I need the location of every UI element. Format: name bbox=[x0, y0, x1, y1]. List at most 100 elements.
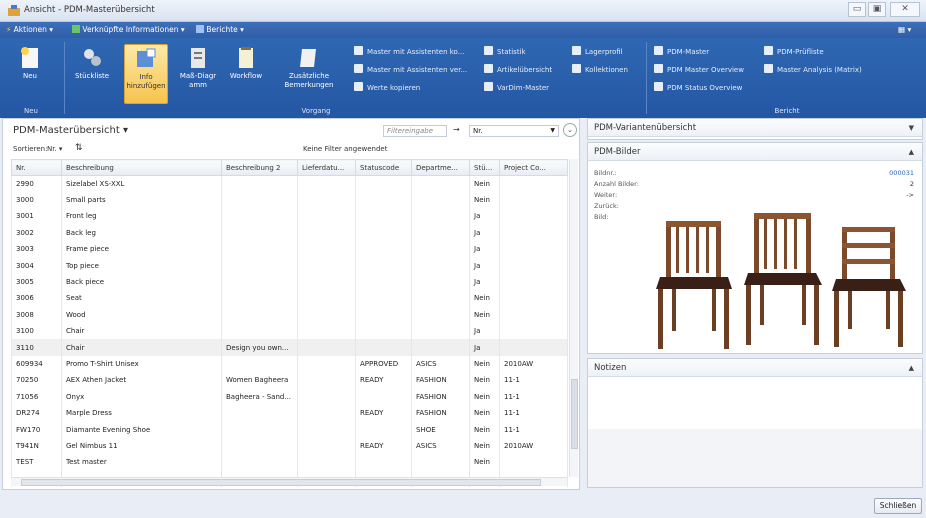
column-header[interactable]: Lieferdatu... bbox=[297, 159, 356, 176]
bildnr-link[interactable]: 000031 bbox=[889, 169, 914, 177]
report-icon bbox=[654, 82, 663, 91]
column-header[interactable]: Beschreibung bbox=[61, 159, 222, 176]
menu-bar: ⚡ Aktionen ▾ Verknüpfte Informationen ▾ … bbox=[0, 22, 926, 38]
menu-aktionen[interactable]: ⚡ Aktionen ▾ bbox=[6, 24, 53, 36]
scrollbar-thumb[interactable] bbox=[571, 379, 578, 449]
ribbon-group-bericht: PDM-Master PDM Master Overview PDM Statu… bbox=[648, 40, 926, 116]
table-row[interactable]: TEST Test master Nein bbox=[11, 454, 568, 471]
table-row[interactable]: 3005 Back piece Ja bbox=[11, 273, 568, 291]
table-cell bbox=[411, 306, 470, 324]
table-row[interactable]: DR274 Marple Dress READY FASHION Nein 11-1 bbox=[11, 404, 568, 422]
kollektionen-button[interactable]: Kollektionen bbox=[572, 64, 628, 76]
menu-aktionen-label: Aktionen ▾ bbox=[13, 25, 54, 34]
table-row[interactable]: 3001 Front leg Ja bbox=[11, 208, 568, 225]
field-label: Zurück: bbox=[594, 202, 619, 210]
table-row[interactable]: 3100 Chair Ja bbox=[11, 323, 568, 340]
pdm-pruefliste-report[interactable]: PDM-Prüfliste bbox=[764, 46, 824, 58]
app-menu-button[interactable]: ▦ ▾ bbox=[898, 24, 911, 36]
factbox-bilder-header[interactable]: PDM-Bilder ▲ bbox=[588, 143, 922, 161]
table-cell: Front leg bbox=[61, 208, 222, 225]
table-cell bbox=[499, 323, 568, 340]
table-row[interactable]: T941N Gel Nimbus 11 READY ASICS Nein 2010AW bbox=[11, 437, 568, 455]
neu-button[interactable]: Neu bbox=[10, 44, 50, 104]
table-row[interactable]: 3008 Wood Nein bbox=[11, 306, 568, 324]
table-cell: 2010AW bbox=[499, 355, 568, 373]
table-row[interactable]: 3006 Seat Nein bbox=[11, 290, 568, 307]
factbox-varianten-header[interactable]: PDM-Variantenübersicht ▼ bbox=[588, 119, 922, 137]
table-row[interactable]: 3004 Top piece Ja bbox=[11, 257, 568, 274]
filter-input[interactable]: Filtereingabe bbox=[383, 125, 447, 137]
table-row[interactable]: 3000 Small parts Nein bbox=[11, 191, 568, 209]
column-header[interactable]: Project Co... bbox=[499, 159, 568, 176]
sort-field-select[interactable]: Nr. ▾ bbox=[47, 145, 62, 153]
chevron-down-icon[interactable]: ▼ bbox=[909, 119, 914, 137]
factbox-notizen-header[interactable]: Notizen ▲ bbox=[588, 359, 922, 377]
menu-verknuepfte-informationen[interactable]: Verknüpfte Informationen ▾ bbox=[72, 24, 185, 36]
statistik-button[interactable]: Statistik bbox=[484, 46, 526, 58]
maximize-button[interactable]: ▣ bbox=[868, 2, 886, 17]
info-hinzufuegen-label: Info hinzufügen bbox=[126, 73, 166, 90]
list-title[interactable]: PDM-Masterübersicht ▾ bbox=[13, 125, 128, 136]
table-row[interactable]: FW170 Diamante Evening Shoe SHOE Nein 11-1 bbox=[11, 421, 568, 438]
artikeluebersicht-button[interactable]: Artikelübersicht bbox=[484, 64, 552, 76]
zusaetzliche-bemerkungen-label: Zusätzliche Bemerkungen bbox=[284, 72, 334, 89]
table-row[interactable]: 70250 AEX Athen Jacket Women Bagheera READY… bbox=[11, 372, 568, 389]
info-hinzufuegen-button[interactable]: Info hinzufügen bbox=[124, 44, 168, 104]
werte-kopieren[interactable]: Werte kopieren bbox=[354, 82, 420, 94]
table-row[interactable]: 609934 Promo T-Shirt Unisex APPROVED ASICS N… bbox=[11, 355, 568, 373]
close-window-button[interactable]: ✕ bbox=[890, 2, 920, 17]
menu-berichte[interactable]: Berichte ▾ bbox=[196, 24, 244, 36]
table-cell bbox=[297, 421, 356, 438]
master-table: Nr. Beschreibung Beschreibung 2 Lieferda… bbox=[11, 159, 568, 487]
sort-order-icon[interactable]: ⇅ bbox=[75, 143, 83, 153]
table-cell bbox=[221, 306, 298, 324]
table-cell: Nein bbox=[469, 175, 500, 192]
workflow-button[interactable]: Workflow bbox=[226, 44, 266, 104]
table-cell bbox=[297, 454, 356, 471]
horizontal-scrollbar[interactable] bbox=[11, 477, 567, 486]
master-mit-assistenten-verwalten[interactable]: Master mit Assistenten ver... bbox=[354, 64, 467, 76]
master-analysis-matrix-report[interactable]: Master Analysis (Matrix) bbox=[764, 64, 862, 76]
close-button[interactable]: Schließen bbox=[874, 498, 922, 514]
column-header[interactable]: Statuscode bbox=[355, 159, 412, 176]
pdm-status-overview-report[interactable]: PDM Status Overview bbox=[654, 82, 742, 94]
next-image-link[interactable]: -> bbox=[906, 191, 914, 199]
notes-area[interactable] bbox=[588, 429, 922, 487]
filter-field-select[interactable]: Nr. ▼ bbox=[469, 125, 559, 137]
lightning-icon: ⚡ bbox=[6, 25, 12, 34]
column-header[interactable]: Nr. bbox=[11, 159, 62, 176]
add-info-icon bbox=[137, 48, 156, 67]
table-cell: Promo T-Shirt Unisex bbox=[61, 355, 222, 373]
expand-filter-icon[interactable]: ⌄ bbox=[563, 123, 577, 137]
filter-arrow-icon[interactable]: → bbox=[453, 125, 460, 134]
vardim-master-button[interactable]: VarDim-Master bbox=[484, 82, 549, 94]
minimize-button[interactable]: ▭ bbox=[848, 2, 866, 17]
filter-field-value: Nr. bbox=[473, 127, 483, 135]
table-row[interactable]: 3110 Chair Design you own... Ja bbox=[11, 339, 568, 356]
table-cell: Ja bbox=[469, 241, 500, 258]
master-mit-assistenten-kopieren[interactable]: Master mit Assistenten ko... bbox=[354, 46, 464, 58]
stueckliste-button[interactable]: Stückliste bbox=[72, 44, 112, 104]
table-row[interactable]: 2990 Sizelabel XS-XXL Nein bbox=[11, 175, 568, 192]
table-row[interactable]: 3002 Back leg Ja bbox=[11, 224, 568, 242]
chevron-up-icon[interactable]: ▲ bbox=[909, 143, 914, 161]
table-cell bbox=[221, 208, 298, 225]
table-row[interactable]: 3003 Frame piece Ja bbox=[11, 241, 568, 258]
column-header[interactable]: Stü... bbox=[469, 159, 500, 176]
column-header[interactable]: Departme... bbox=[411, 159, 470, 176]
table-cell bbox=[221, 355, 298, 373]
chevron-up-icon[interactable]: ▲ bbox=[909, 359, 914, 377]
ribbon: Neu Neu Stückliste Info hinzufügen Maß-D… bbox=[0, 38, 926, 118]
column-header[interactable]: Beschreibung 2 bbox=[221, 159, 298, 176]
new-document-icon bbox=[21, 47, 38, 68]
pdm-master-overview-report[interactable]: PDM Master Overview bbox=[654, 64, 744, 76]
table-row[interactable]: 71056 Onyx Bagheera - Sand... FASHION Nein 11… bbox=[11, 388, 568, 405]
pdm-master-report[interactable]: PDM-Master bbox=[654, 46, 709, 58]
vertical-scrollbar[interactable] bbox=[569, 159, 578, 477]
lagerprofil-button[interactable]: Lagerprofil bbox=[572, 46, 623, 58]
table-cell bbox=[411, 175, 470, 192]
scrollbar-thumb[interactable] bbox=[21, 479, 541, 486]
mass-diagramm-button[interactable]: Maß-Diagr amm bbox=[178, 44, 218, 104]
table-cell bbox=[499, 339, 568, 356]
zusaetzliche-bemerkungen-button[interactable]: Zusätzliche Bemerkungen bbox=[284, 44, 334, 104]
